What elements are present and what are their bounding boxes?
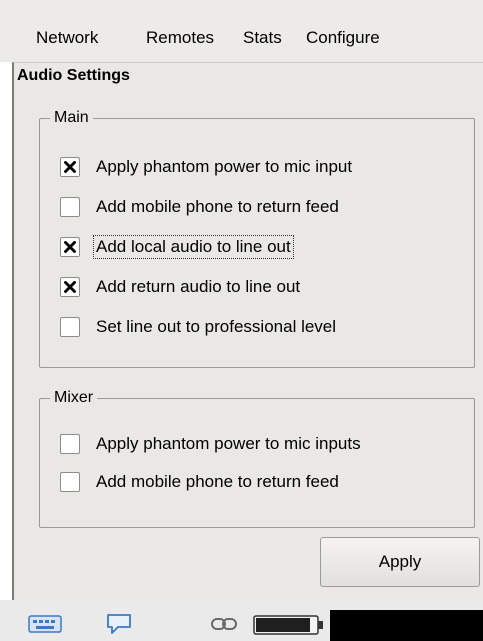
menu-bar: Network Remotes Stats Configure: [0, 0, 483, 62]
menu-item-stats[interactable]: Stats: [243, 28, 282, 48]
checkmark-x-icon: [64, 281, 76, 293]
option-label: Add mobile phone to return feed: [96, 472, 339, 491]
option-phantom-power[interactable]: Apply phantom power to mic input: [60, 155, 354, 179]
chat-bubble-icon[interactable]: [105, 612, 133, 641]
option-label: Apply phantom power to mic inputs: [96, 434, 361, 453]
status-display-area: [330, 610, 483, 641]
checkmark-x-icon: [64, 241, 76, 253]
option-label: Set line out to professional level: [96, 317, 337, 336]
checkbox[interactable]: [60, 472, 80, 492]
app-window: Network Remotes Stats Configure Audio Se…: [0, 0, 483, 641]
option-label: Add mobile phone to return feed: [96, 197, 339, 216]
mixer-group: Mixer Apply phantom power to mic inputs …: [39, 388, 475, 528]
menu-item-configure[interactable]: Configure: [306, 28, 380, 48]
checkmark-x-icon: [64, 161, 76, 173]
option-local-audio-line-out[interactable]: Add local audio to line out: [60, 235, 294, 259]
option-label: Add return audio to line out: [96, 277, 301, 296]
option-label: Add local audio to line out: [93, 235, 294, 259]
option-mobile-return[interactable]: Add mobile phone to return feed: [60, 195, 341, 219]
menu-item-network[interactable]: Network: [36, 28, 98, 48]
battery-icon: [253, 614, 325, 641]
option-return-audio-line-out[interactable]: Add return audio to line out: [60, 275, 302, 299]
checkbox[interactable]: [60, 237, 80, 257]
battery-fill: [256, 618, 310, 632]
option-mixer-mobile-return[interactable]: Add mobile phone to return feed: [60, 470, 341, 494]
audio-settings-panel: Audio Settings Main Apply phantom power …: [12, 62, 483, 600]
panel-title: Audio Settings: [17, 67, 130, 84]
checkbox[interactable]: [60, 277, 80, 297]
checkbox[interactable]: [60, 434, 80, 454]
checkbox[interactable]: [60, 157, 80, 177]
menu-item-remotes[interactable]: Remotes: [146, 28, 214, 48]
main-group: Main Apply phantom power to mic input Ad…: [39, 108, 475, 368]
checkbox[interactable]: [60, 317, 80, 337]
keyboard-icon[interactable]: [28, 614, 62, 639]
checkbox[interactable]: [60, 197, 80, 217]
mixer-group-legend: Mixer: [50, 388, 98, 408]
link-icon: [210, 616, 238, 637]
option-professional-level[interactable]: Set line out to professional level: [60, 315, 338, 339]
option-mixer-phantom-power[interactable]: Apply phantom power to mic inputs: [60, 432, 363, 456]
status-bar: [0, 600, 483, 641]
option-label: Apply phantom power to mic input: [96, 157, 353, 176]
main-group-legend: Main: [50, 108, 93, 128]
apply-button[interactable]: Apply: [320, 537, 480, 587]
